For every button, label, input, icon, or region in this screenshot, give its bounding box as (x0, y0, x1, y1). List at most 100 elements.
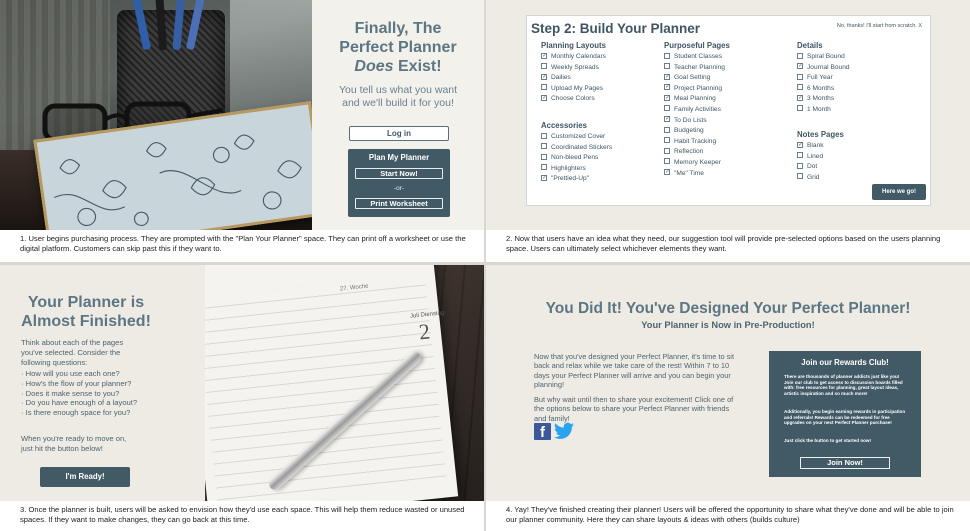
option-row[interactable]: Choose Colors (541, 94, 606, 105)
option-label: Blank (807, 142, 824, 149)
checkbox[interactable] (541, 153, 547, 160)
option-label: Lined (807, 152, 824, 160)
option-label: Upload My Pages (551, 84, 604, 92)
option-row[interactable]: Grid (797, 173, 844, 184)
option-row[interactable]: "Me" Time (664, 169, 730, 180)
option-row[interactable]: Dailies (541, 73, 606, 84)
option-row[interactable]: To Do Lists (664, 116, 730, 127)
list-item: · How's the flow of your planner? (21, 378, 132, 388)
notes-pages-group: Notes Pages Blank Lined Dot Grid (797, 130, 844, 183)
checkbox[interactable] (664, 126, 670, 133)
here-we-go-button[interactable]: Here we go! (872, 184, 926, 200)
option-row[interactable]: Upload My Pages (541, 84, 606, 95)
hero-title-line3: Does Exist! (354, 58, 442, 75)
checkbox[interactable] (797, 52, 803, 59)
checkbox[interactable] (664, 137, 670, 144)
checkbox-checked[interactable] (664, 169, 670, 176)
checkbox-checked[interactable] (797, 141, 803, 148)
option-label: Non-bleed Pens (551, 154, 599, 162)
option-row[interactable]: Coordinated Stickers (541, 143, 612, 154)
option-label: Reflection (674, 148, 704, 156)
option-row[interactable]: 6 Months (797, 84, 850, 95)
option-row[interactable]: Budgeting (664, 126, 730, 137)
checkbox-checked[interactable] (797, 94, 803, 101)
option-row[interactable]: 3 Months (797, 94, 850, 105)
checkbox[interactable] (664, 52, 670, 59)
checkbox[interactable] (797, 105, 803, 112)
hero-title-line1: Finally, The (354, 20, 442, 37)
option-row[interactable]: Journal Bound (797, 63, 850, 74)
option-row[interactable]: Student Classes (664, 52, 730, 63)
list-item: · Do you have enough of a layout? (21, 398, 138, 408)
checkbox-checked[interactable] (541, 73, 547, 80)
im-ready-button[interactable]: I'm Ready! (40, 467, 130, 487)
list-item: · How will you use each one? (21, 369, 120, 378)
print-worksheet-button[interactable]: Print Worksheet (355, 198, 443, 209)
checkbox[interactable] (664, 158, 670, 165)
join-now-button[interactable]: Join Now! (800, 457, 890, 469)
option-row[interactable]: Dot (797, 162, 844, 173)
checkbox[interactable] (541, 63, 547, 70)
checkbox[interactable] (797, 152, 803, 159)
option-row[interactable]: Goal Setting (664, 73, 730, 84)
checkbox[interactable] (541, 143, 547, 150)
checkbox-checked[interactable] (541, 94, 547, 101)
option-label: To Do Lists (674, 116, 707, 124)
checkbox-checked[interactable] (541, 52, 547, 59)
option-label: Teacher Planning (674, 63, 725, 71)
option-row[interactable]: "Prettied-Up" (541, 174, 612, 185)
checkbox[interactable] (797, 173, 803, 180)
skip-link[interactable]: No, thanks! I'll start from scratch. X (837, 23, 922, 29)
panel-step-4: You Did It! You've Designed Your Perfect… (486, 265, 970, 531)
option-row[interactable]: Project Planning (664, 84, 730, 95)
option-row[interactable]: Memory Keeper (664, 158, 730, 169)
option-row[interactable]: Habit Tracking (664, 137, 730, 148)
option-label: Highlighters (551, 164, 586, 172)
option-row[interactable]: Lined (797, 152, 844, 163)
option-row[interactable]: Reflection (664, 147, 730, 158)
option-label: Grid (807, 173, 820, 181)
option-row[interactable]: Weekly Spreads (541, 63, 606, 74)
checkbox[interactable] (541, 164, 547, 171)
checkbox-checked[interactable] (664, 73, 670, 80)
option-row[interactable]: Spiral Bound (797, 52, 850, 63)
checkbox[interactable] (797, 73, 803, 80)
option-label: Customized Cover (551, 133, 606, 140)
group-heading: Accessories (541, 121, 587, 130)
plan-my-planner-box: Plan My Planner Start Now! -or- Print Wo… (348, 149, 450, 217)
option-row[interactable]: Teacher Planning (664, 63, 730, 74)
option-row[interactable]: Monthly Calendars (541, 52, 606, 63)
checkbox-checked[interactable] (797, 63, 803, 70)
checkbox-checked[interactable] (664, 116, 670, 123)
list-item: · Does it make sense to you? (21, 388, 120, 398)
outro-text: When you're ready to move on, just hit th… (21, 434, 127, 453)
checkbox-checked[interactable] (664, 84, 670, 91)
checkbox-checked[interactable] (664, 94, 670, 101)
option-row[interactable]: 1 Month (797, 105, 850, 116)
option-row[interactable]: Full Year (797, 73, 850, 84)
checkbox[interactable] (664, 63, 670, 70)
option-row[interactable]: Highlighters (541, 164, 612, 175)
facebook-icon[interactable]: f (534, 423, 551, 441)
details-group: Details Spiral Bound Journal Bound Full Yea… (797, 41, 850, 116)
option-row[interactable]: Blank (797, 141, 844, 152)
checkbox[interactable] (541, 84, 547, 91)
checkbox[interactable] (664, 105, 670, 112)
option-row[interactable]: Family Activities (664, 105, 730, 116)
checkbox[interactable] (797, 84, 803, 91)
option-label: Memory Keeper (674, 158, 721, 166)
start-now-button[interactable]: Start Now! (355, 168, 443, 179)
option-row[interactable]: Non-bleed Pens (541, 153, 612, 164)
option-row[interactable]: Customized Cover (541, 132, 612, 143)
option-label: "Me" Time (674, 169, 704, 177)
checkbox-checked[interactable] (541, 174, 547, 181)
checkbox[interactable] (541, 132, 547, 139)
checkbox[interactable] (797, 162, 803, 169)
option-label: Meal Planning (674, 95, 716, 103)
planner-desk-photo (0, 0, 312, 230)
option-row[interactable]: Meal Planning (664, 94, 730, 105)
or-separator: -or- (393, 185, 405, 192)
login-button[interactable]: Log in (349, 126, 449, 141)
checkbox[interactable] (664, 147, 670, 154)
twitter-icon[interactable] (554, 422, 574, 440)
